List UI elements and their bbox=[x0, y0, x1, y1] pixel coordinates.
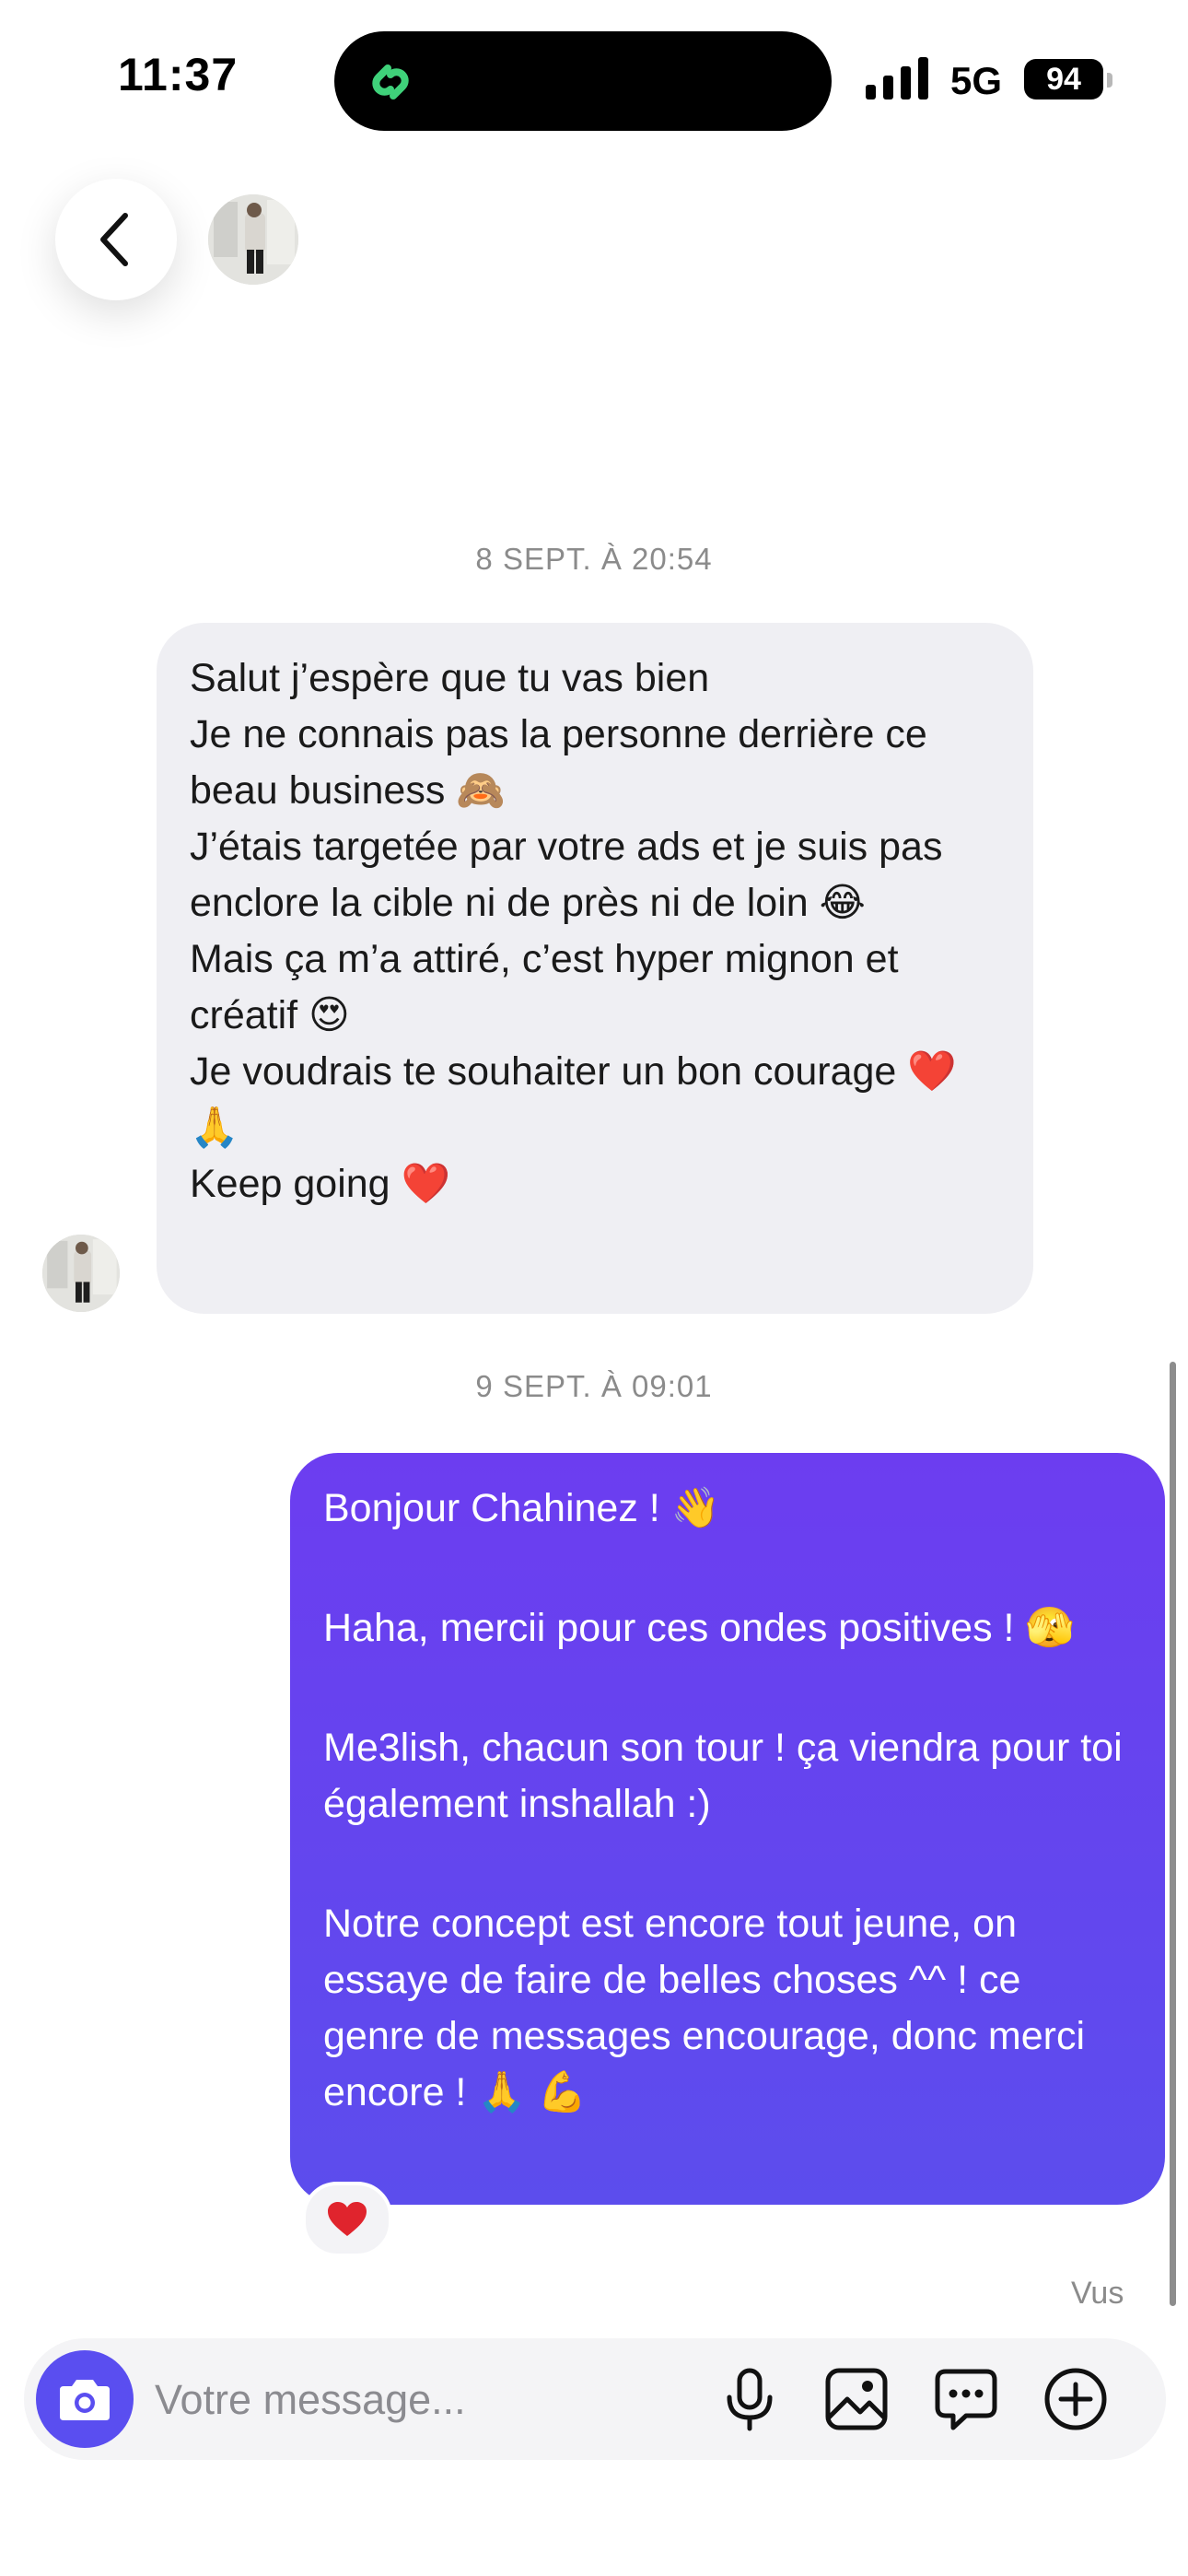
timestamp: 9 SEPT. À 09:01 bbox=[475, 1369, 713, 1403]
contact-avatar[interactable] bbox=[208, 194, 298, 285]
message-line: Me3lish, chacun son tour ! ça viendra po… bbox=[323, 1726, 1123, 1826]
sender-avatar[interactable] bbox=[42, 1235, 120, 1312]
microphone-icon[interactable] bbox=[716, 2366, 783, 2432]
message-line: Keep going ❤️ bbox=[190, 1162, 451, 1206]
incoming-message-bubble[interactable]: Salut j’espère que tu vas bien Je ne con… bbox=[157, 623, 1033, 1314]
battery-icon: 94 bbox=[1024, 59, 1103, 100]
chat-bubble-icon[interactable] bbox=[933, 2366, 999, 2432]
read-receipt: Vus bbox=[1071, 2276, 1124, 2311]
heart-icon bbox=[328, 2202, 367, 2236]
status-time: 11:37 bbox=[118, 49, 239, 100]
network-label: 5G bbox=[950, 59, 1003, 102]
outgoing-message-bubble[interactable]: Bonjour Chahinez ! 👋 Haha, mercii pour c… bbox=[290, 1453, 1165, 2205]
heart-reaction[interactable] bbox=[302, 2182, 392, 2257]
message-input[interactable] bbox=[153, 2370, 672, 2430]
scrollbar[interactable] bbox=[1170, 1362, 1176, 2306]
activity-link-icon bbox=[372, 64, 409, 100]
back-button[interactable] bbox=[55, 179, 177, 300]
dynamic-island bbox=[334, 31, 832, 131]
image-icon[interactable] bbox=[823, 2366, 890, 2432]
message-line: Salut j’espère que tu vas bien bbox=[190, 656, 710, 700]
camera-icon bbox=[60, 2380, 110, 2420]
message-composer bbox=[24, 2338, 1166, 2460]
signal-icon bbox=[866, 57, 928, 100]
chevron-left-icon bbox=[100, 213, 128, 266]
timestamp: 8 SEPT. À 20:54 bbox=[475, 542, 713, 576]
message-line: Bonjour Chahinez ! 👋 bbox=[323, 1486, 721, 1530]
message-line: Haha, mercii pour ces ondes positives ! … bbox=[323, 1606, 1075, 1650]
message-line: Notre concept est encore tout jeune, on … bbox=[323, 1902, 1086, 2114]
profile-photo bbox=[208, 194, 298, 285]
camera-button[interactable] bbox=[36, 2350, 134, 2448]
battery-nub bbox=[1107, 73, 1112, 88]
plus-circle-icon[interactable] bbox=[1042, 2366, 1109, 2432]
profile-photo bbox=[42, 1235, 120, 1312]
message-line: Je ne connais pas la personne derrière c… bbox=[190, 712, 927, 813]
message-line: Mais ça m’a attiré, c’est hyper mignon e… bbox=[190, 937, 899, 1037]
battery-level: 94 bbox=[1046, 61, 1081, 97]
message-line: Je voudrais te souhaiter un bon courage … bbox=[190, 1049, 957, 1150]
message-line: J’étais targetée par votre ads et je sui… bbox=[190, 825, 943, 925]
